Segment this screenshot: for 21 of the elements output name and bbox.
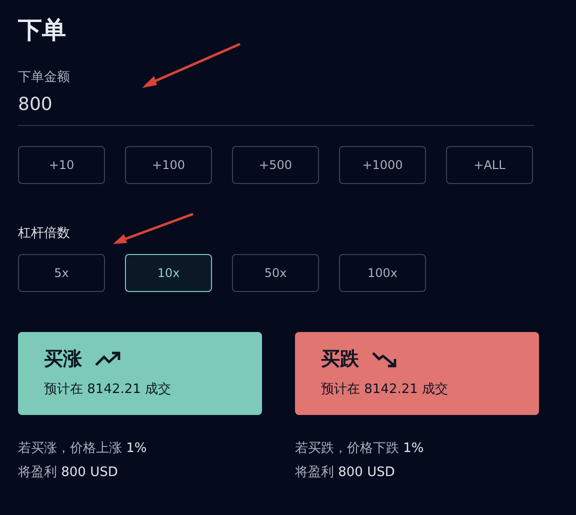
trend-up-icon — [94, 350, 122, 368]
buy-up-button[interactable]: 买涨 预计在 8142.21 成交 — [18, 332, 262, 415]
buy-down-button[interactable]: 买跌 预计在 8142.21 成交 — [295, 332, 539, 415]
amount-button[interactable]: +10 — [18, 146, 105, 184]
profit-note: 若买跌，价格下跌 1% 将盈利 800 USD — [295, 440, 425, 482]
annotation-arrow-icon — [140, 42, 242, 90]
field-label: 下单金额 — [18, 69, 70, 87]
leverage-button[interactable]: 50x — [232, 254, 319, 292]
profit-note: 若买涨，价格上涨 1% 将盈利 800 USD — [18, 440, 148, 482]
leverage-button[interactable]: 10x — [125, 254, 212, 292]
amount-button[interactable]: +500 — [232, 146, 319, 184]
amount-button[interactable]: +ALL — [446, 146, 533, 184]
amount-button[interactable]: +1000 — [339, 146, 426, 184]
field-label: 杠杆倍数 — [18, 225, 70, 243]
leverage-button[interactable]: 5x — [18, 254, 105, 292]
trend-down-icon — [371, 350, 399, 368]
amount-button[interactable]: +100 — [125, 146, 212, 184]
page-title: 下单 — [18, 15, 67, 46]
leverage-button[interactable]: 100x — [339, 254, 426, 292]
annotation-arrow-icon — [111, 212, 195, 246]
amount-field[interactable]: 800 — [18, 88, 534, 126]
